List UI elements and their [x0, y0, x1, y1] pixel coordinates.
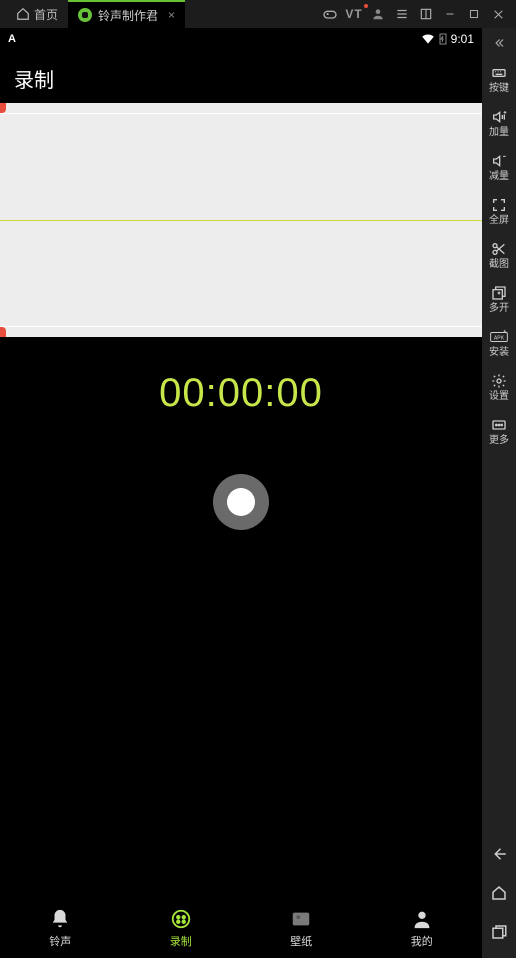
recorder-area: 00:00:00	[0, 337, 482, 898]
nav-record[interactable]: 录制	[169, 907, 193, 949]
rail-more[interactable]: 更多	[482, 410, 516, 454]
close-window-icon[interactable]	[486, 2, 510, 26]
rail-keymap[interactable]: 按键	[482, 58, 516, 102]
screenshot-icon[interactable]	[414, 2, 438, 26]
more-icon	[490, 416, 508, 434]
minimize-icon[interactable]	[438, 2, 462, 26]
tab-app-label: 铃声制作君	[98, 7, 158, 24]
rail-install-apk[interactable]: APK 安装	[482, 322, 516, 366]
android-status-bar: A 9:01	[0, 28, 482, 50]
nav-label: 壁纸	[290, 933, 312, 949]
apk-icon: APK	[490, 328, 508, 346]
tab-home-label: 首页	[34, 6, 58, 23]
vt-indicator[interactable]: VT	[342, 2, 366, 26]
rail-multi-instance[interactable]: 多开	[482, 278, 516, 322]
user-icon[interactable]	[366, 2, 390, 26]
nav-profile[interactable]: 我的	[410, 907, 434, 949]
rail-label: 减量	[489, 172, 509, 182]
collapse-sidebar-icon[interactable]	[482, 34, 516, 58]
gear-icon	[490, 372, 508, 390]
trim-marker-top[interactable]	[0, 103, 6, 113]
rail-label: 截图	[489, 260, 509, 270]
home-icon	[16, 7, 30, 21]
rail-settings[interactable]: 设置	[482, 366, 516, 410]
rail-label: 加量	[489, 128, 509, 138]
app-icon	[78, 8, 92, 22]
android-back-icon[interactable]	[490, 845, 508, 866]
wifi-icon	[421, 34, 435, 44]
menu-icon[interactable]	[390, 2, 414, 26]
maximize-icon[interactable]	[462, 2, 486, 26]
waveform-canvas	[0, 103, 482, 337]
battery-icon	[439, 33, 447, 45]
rail-fullscreen[interactable]: 全屏	[482, 190, 516, 234]
nav-label: 我的	[411, 933, 433, 949]
multi-icon	[490, 284, 508, 302]
scissors-icon	[490, 240, 508, 258]
rail-volume-down[interactable]: 减量	[482, 146, 516, 190]
bottom-nav: 铃声 录制 壁纸 我的	[0, 898, 482, 958]
phone-viewport: A 9:01 录制 00:00:00 铃声	[0, 28, 482, 958]
svg-text:APK: APK	[494, 336, 505, 342]
rail-label: 全屏	[489, 216, 509, 226]
emulator-sidebar: 按键 加量 减量 全屏 截图 多开 APK 安装 设置	[482, 28, 516, 958]
rail-volume-up[interactable]: 加量	[482, 102, 516, 146]
status-time: 9:01	[451, 32, 474, 46]
status-left: A	[8, 33, 16, 45]
android-home-icon[interactable]	[490, 884, 508, 905]
rail-label: 按键	[489, 84, 509, 94]
rail-screenshot[interactable]: 截图	[482, 234, 516, 278]
volume-up-icon	[490, 108, 508, 126]
page-title: 录制	[0, 50, 482, 103]
gamepad-icon[interactable]	[318, 2, 342, 26]
rail-label: 多开	[489, 304, 509, 314]
close-tab-icon[interactable]: ×	[168, 8, 175, 22]
trim-marker-bottom[interactable]	[0, 327, 6, 337]
rail-label: 安装	[489, 348, 509, 358]
user-icon	[410, 907, 434, 931]
rail-label: 设置	[489, 392, 509, 402]
nav-label: 录制	[170, 933, 192, 949]
fullscreen-icon	[490, 196, 508, 214]
recorder-timer: 00:00:00	[159, 371, 323, 416]
record-button[interactable]	[213, 474, 269, 530]
rail-label: 更多	[489, 436, 509, 446]
nav-wallpaper[interactable]: 壁纸	[289, 907, 313, 949]
emulator-titlebar: 首页 铃声制作君 × VT	[0, 0, 516, 28]
keyboard-icon	[490, 64, 508, 82]
nav-ringtone[interactable]: 铃声	[48, 907, 72, 949]
nav-label: 铃声	[49, 933, 71, 949]
volume-down-icon	[490, 152, 508, 170]
image-icon	[289, 907, 313, 931]
record-icon	[169, 907, 193, 931]
tab-app[interactable]: 铃声制作君 ×	[68, 0, 185, 28]
android-recent-icon[interactable]	[490, 923, 508, 944]
tab-home[interactable]: 首页	[6, 0, 68, 28]
bell-icon	[48, 907, 72, 931]
